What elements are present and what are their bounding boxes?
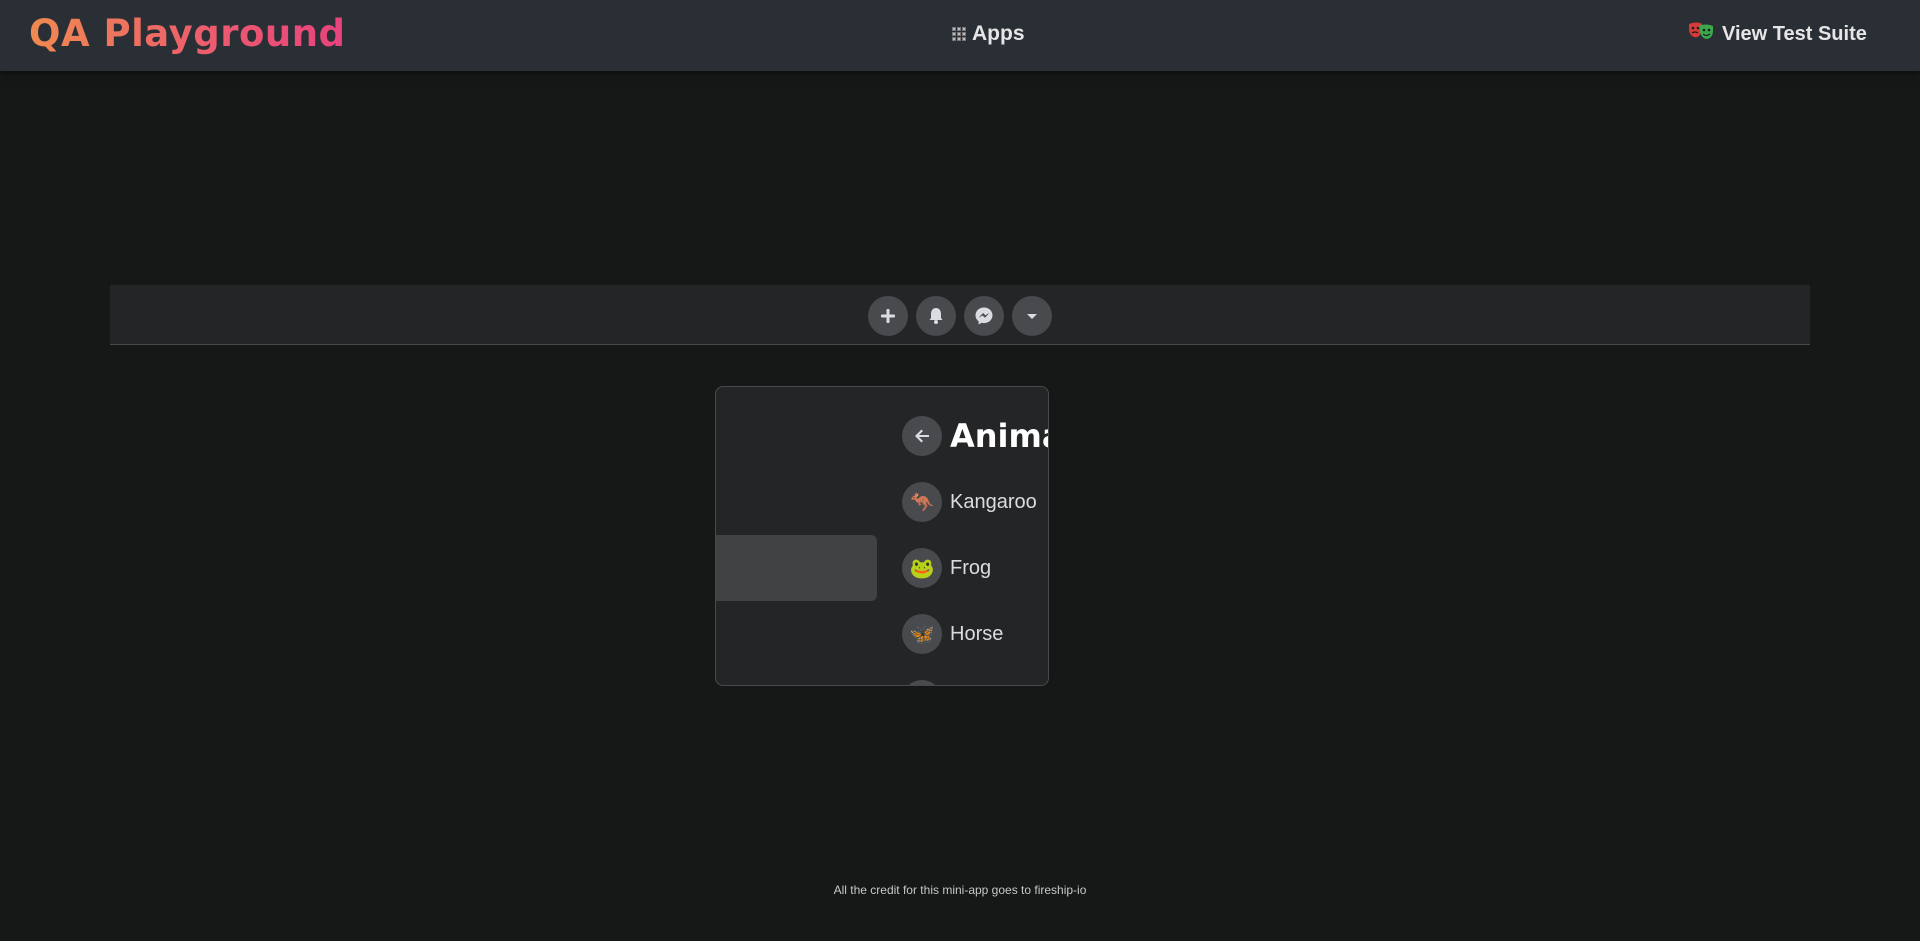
brand-logo[interactable]: QA Playground bbox=[29, 12, 346, 55]
navbar bbox=[110, 285, 1810, 345]
butterfly-icon: 🦋 bbox=[902, 614, 942, 654]
nav-dropdown-button[interactable] bbox=[1012, 296, 1052, 336]
menu-item-partial[interactable] bbox=[902, 675, 1048, 685]
nav-messenger-button[interactable] bbox=[964, 296, 1004, 336]
dropdown-title-row[interactable]: Animals bbox=[902, 411, 1048, 461]
frog-icon: 🐸 bbox=[902, 548, 942, 588]
menu-item-frog[interactable]: 🐸 Frog bbox=[902, 543, 1048, 593]
nav-items bbox=[868, 296, 1052, 336]
back-button[interactable] bbox=[902, 416, 942, 456]
menu-item-kangaroo[interactable]: 🦘 Kangaroo bbox=[902, 477, 1048, 527]
dropdown-menu: Animals 🦘 Kangaroo 🐸 Frog 🦋 Horse bbox=[715, 386, 1049, 686]
menu-item-label: Kangaroo bbox=[950, 490, 1037, 513]
nav-add-button[interactable] bbox=[868, 296, 908, 336]
apps-link[interactable]: Apps bbox=[952, 22, 1025, 46]
menu-item-horse[interactable]: 🦋 Horse bbox=[902, 609, 1048, 659]
bell-icon bbox=[929, 308, 943, 324]
menu-item-label: Horse bbox=[950, 622, 1004, 645]
view-test-suite-link[interactable]: View Test Suite bbox=[1688, 22, 1867, 46]
nav-notifications-button[interactable] bbox=[916, 296, 956, 336]
theater-masks-icon bbox=[1688, 22, 1714, 46]
partial-item-icon bbox=[902, 680, 942, 685]
kangaroo-icon: 🦘 bbox=[902, 482, 942, 522]
apps-label: Apps bbox=[972, 22, 1025, 45]
top-header: QA Playground Apps View Test Suite bbox=[0, 0, 1920, 71]
grid-icon bbox=[952, 27, 966, 41]
caret-down-icon bbox=[1027, 314, 1037, 319]
menu-item-label: Frog bbox=[950, 556, 992, 579]
dropdown-title: Animals bbox=[950, 417, 1048, 455]
messenger-icon bbox=[975, 307, 993, 325]
arrow-left-icon bbox=[915, 429, 929, 443]
sliding-menu-item[interactable] bbox=[716, 535, 877, 601]
footer-credit: All the credit for this mini-app goes to… bbox=[833, 883, 1087, 897]
plus-icon bbox=[881, 309, 895, 323]
view-test-suite-label: View Test Suite bbox=[1722, 22, 1867, 45]
